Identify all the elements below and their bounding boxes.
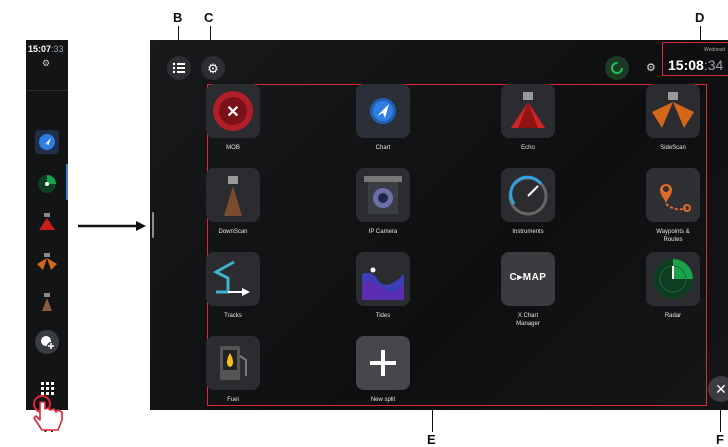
- close-icon: ✕: [715, 381, 727, 397]
- camera-icon: [356, 168, 410, 222]
- app-label: X Chart Manager: [516, 313, 540, 327]
- menu-button[interactable]: [167, 56, 191, 80]
- sidebar-chart-icon[interactable]: [35, 130, 59, 154]
- radar-icon-svg: [38, 175, 56, 193]
- gear-icon: ⚙: [207, 60, 219, 76]
- svg-text:✕: ✕: [226, 104, 239, 121]
- callout-e: E: [427, 432, 436, 447]
- app-waypoints-routes[interactable]: Waypoints & Routes: [628, 168, 718, 244]
- app-instruments[interactable]: Instruments: [483, 168, 573, 236]
- app-label: Radar: [664, 313, 682, 319]
- tides-icon: [356, 252, 410, 306]
- app-chart[interactable]: Chart: [338, 84, 428, 152]
- sidebar-selection-indicator: [66, 164, 68, 200]
- mob-icon: ✕: [206, 84, 260, 138]
- sync-status-button[interactable]: [605, 56, 629, 80]
- echo-icon: [501, 84, 555, 138]
- app-echo[interactable]: Echo: [483, 84, 573, 152]
- app-mob[interactable]: ✕ MOB: [188, 84, 278, 152]
- sidebar-divider: [26, 90, 68, 91]
- app-tracks[interactable]: Tracks: [188, 252, 278, 320]
- waypoint-icon: [646, 168, 700, 222]
- main-screen: ⚙ ⚙ Wednesd 15:08:34 ✕ MOB Chart Echo Si…: [150, 40, 728, 410]
- app-label: Waypoints & Routes: [656, 229, 690, 243]
- radar-icon: [646, 252, 700, 306]
- transition-arrow: [78, 221, 146, 231]
- chart-icon: [356, 84, 410, 138]
- app-label: New split: [370, 397, 396, 403]
- sidebar-sidescan-icon[interactable]: [35, 250, 59, 274]
- app-label: DownScan: [218, 229, 248, 235]
- sidescan-icon-svg: [37, 253, 57, 270]
- app-new-split[interactable]: New split: [338, 336, 428, 404]
- downscan-icon-svg: [42, 293, 52, 311]
- app-label: Tracks: [224, 313, 242, 319]
- app-radar[interactable]: Radar: [628, 252, 718, 320]
- plus-icon: [356, 336, 410, 390]
- callout-f: F: [716, 432, 724, 447]
- sidebar-downscan-icon[interactable]: [35, 290, 59, 314]
- app-label: Instruments: [512, 229, 544, 235]
- chart-icon-svg: [39, 134, 55, 150]
- topbar-clock: 15:08:34: [668, 57, 724, 73]
- sidebar-radar-icon[interactable]: [35, 172, 59, 196]
- sidebar-sync-icon: ⚙: [41, 58, 51, 68]
- sidebar-strip: 15:07:33 ⚙: [26, 40, 68, 410]
- sidebar-echo-icon[interactable]: [35, 210, 59, 234]
- app-ip-camera[interactable]: IP Camera: [338, 168, 428, 236]
- fuel-icon: [206, 336, 260, 390]
- drawer-handle[interactable]: [152, 212, 154, 238]
- app-tides[interactable]: Tides: [338, 252, 428, 320]
- app-fuel[interactable]: Fuel: [188, 336, 278, 404]
- cmap-icon: C▸MAP: [501, 252, 555, 306]
- app-label: IP Camera: [368, 229, 398, 235]
- clock-day: Wednesd: [704, 47, 726, 53]
- tap-hand-icon: [33, 395, 63, 431]
- echo-icon-svg: [39, 213, 55, 230]
- callout-d: D: [695, 10, 705, 25]
- refresh-icon: [611, 62, 623, 74]
- add-waypoint-icon-svg: [41, 336, 55, 350]
- app-label: Echo: [521, 145, 535, 151]
- sidebar-clock: 15:07:33: [28, 44, 64, 54]
- network-icon: ⚙: [646, 62, 656, 74]
- list-icon: [172, 62, 185, 74]
- sidescan-icon: [646, 84, 700, 138]
- downscan-icon: [206, 168, 260, 222]
- cmap-logo: C▸MAP: [509, 272, 547, 283]
- gauge-icon: [501, 168, 555, 222]
- app-label: SideScan: [660, 145, 686, 151]
- tracks-icon: [206, 252, 260, 306]
- app-label: Chart: [375, 145, 391, 151]
- app-sidescan[interactable]: SideScan: [628, 84, 718, 152]
- app-label: Tides: [375, 313, 391, 319]
- callout-c: C: [204, 10, 214, 25]
- sidebar-add-waypoint-icon[interactable]: [35, 330, 59, 354]
- app-x-chart-manager[interactable]: C▸MAP X Chart Manager: [483, 252, 573, 328]
- close-button[interactable]: ✕: [708, 376, 728, 402]
- app-label: MOB: [226, 145, 240, 151]
- app-label: Fuel: [227, 397, 239, 403]
- settings-button[interactable]: ⚙: [201, 56, 225, 80]
- app-downscan[interactable]: DownScan: [188, 168, 278, 236]
- callout-b: B: [173, 10, 183, 25]
